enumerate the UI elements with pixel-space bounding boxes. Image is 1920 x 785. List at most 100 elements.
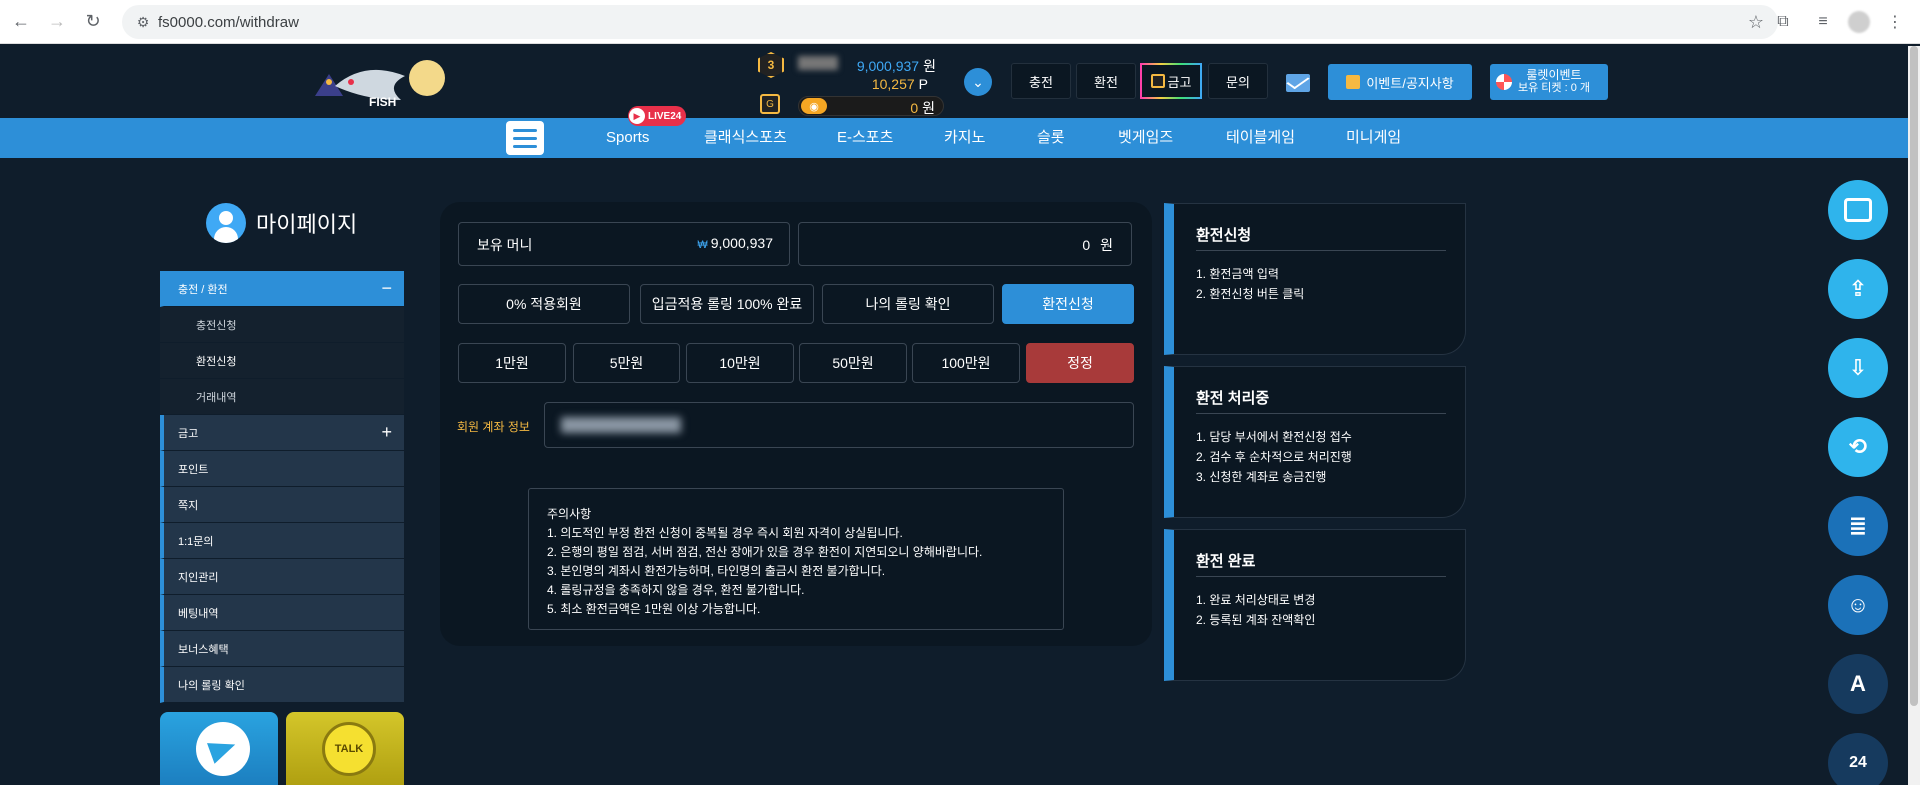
step-line: 1. 완료 처리상태로 변경 (1196, 593, 1316, 607)
zero-percent-member-button[interactable]: 0% 적용회원 (458, 284, 630, 324)
deposit-icon[interactable]: ⇪ (1828, 259, 1888, 319)
telegram-icon (196, 722, 250, 776)
sidebar-item-deposit-request[interactable]: 충전신청 (160, 307, 404, 343)
notice-line: 5. 최소 환전금액은 1만원 이상 가능합니다. (547, 602, 761, 616)
hamburger-menu-icon[interactable] (506, 121, 544, 155)
balance-value: ₩9,000,937 (697, 235, 773, 251)
extensions-icon[interactable]: ⧉ (1768, 7, 1798, 37)
site-logo[interactable]: FISH (305, 56, 455, 110)
withdraw-panel: 보유 머니 ₩9,000,937 0 원 0% 적용회원 입금적용 롤링 100… (440, 202, 1152, 646)
step-line: 1. 환전금액 입력 (1196, 267, 1279, 281)
nav-casino[interactable]: 카지노 (944, 118, 985, 158)
sidebar-item-messages[interactable]: 쪽지 (160, 487, 404, 523)
my-rolling-check-button[interactable]: 나의 롤링 확인 (822, 284, 994, 324)
sidebar-item-withdraw-request[interactable]: 환전신청 (160, 343, 404, 379)
sidebar-item-point[interactable]: 포인트 (160, 451, 404, 487)
profile-avatar[interactable] (1848, 11, 1870, 33)
mail-icon[interactable] (1286, 74, 1310, 92)
deposit-button[interactable]: 충전 (1011, 63, 1071, 99)
event-notice-button[interactable]: 이벤트/공지사항 (1328, 64, 1472, 100)
sidebar-item-bonus[interactable]: 보너스혜택 (160, 631, 404, 667)
vault-button[interactable]: 금고 (1140, 63, 1202, 99)
sidebar-item-bet-history[interactable]: 베팅내역 (160, 595, 404, 631)
inquiry-button[interactable]: 문의 (1208, 63, 1268, 99)
amount-100k-button[interactable]: 10만원 (686, 343, 794, 383)
back-icon[interactable]: ← (6, 7, 36, 37)
translate-icon[interactable]: A (1828, 654, 1888, 714)
scrollbar[interactable] (1908, 46, 1920, 785)
notice-box: 주의사항 1. 의도적인 부정 환전 신청이 중복될 경우 즉시 회원 자격이 … (528, 488, 1064, 630)
username-blurred (798, 56, 838, 70)
sidebar-item-vault[interactable]: 금고 + (160, 415, 404, 451)
point-exchange-icon[interactable]: ⟲ (1828, 417, 1888, 477)
notice-line: 3. 본인명의 계좌시 환전가능하며, 타인명의 출금시 환전 불가합니다. (547, 564, 886, 578)
account-info-field[interactable] (544, 402, 1134, 448)
wallet-summary: 3 9,000,937 원 10,257 P G ◉ 0원 (756, 50, 946, 116)
eye-icon[interactable]: ◉ (801, 98, 827, 114)
support-24-icon[interactable]: 24 (1828, 733, 1888, 785)
plus-icon[interactable]: + (381, 422, 392, 443)
sidebar-item-inquiry[interactable]: 1:1문의 (160, 523, 404, 559)
step-line: 3. 신청한 계좌로 송금진행 (1196, 470, 1327, 484)
url-text[interactable]: fs0000.com/withdraw (158, 14, 299, 31)
vault-button-label: 금고 (1167, 74, 1192, 90)
site-header: FISH 3 9,000,937 원 10,257 P G ◉ 0원 ⌄ 충전 환전… (0, 44, 1920, 118)
live-badge: ▶ LIVE24 (628, 106, 687, 126)
step-title: 환전신청 (1196, 227, 1252, 244)
site-info-icon[interactable]: ⚙ (128, 14, 158, 31)
sidebar-item-transactions[interactable]: 거래내역 (160, 379, 404, 415)
withdraw-button[interactable]: 환전 (1076, 63, 1136, 99)
media-icon[interactable]: ≡ (1808, 7, 1838, 37)
scrollbar-thumb[interactable] (1910, 46, 1918, 706)
roulette-icon (1496, 74, 1512, 90)
vault-icon: G (760, 94, 780, 114)
sidebar-item-referrals[interactable]: 지인관리 (160, 559, 404, 595)
nav-slot[interactable]: 슬롯 (1037, 118, 1065, 158)
account-info-label: 회원 계좌 정보 (457, 420, 530, 434)
sidebar-item-my-rolling[interactable]: 나의 롤링 확인 (160, 667, 404, 703)
step-line: 2. 등록된 계좌 잔액확인 (1196, 613, 1316, 627)
reload-icon[interactable]: ↻ (78, 7, 108, 37)
forward-icon[interactable]: → (42, 7, 72, 37)
roulette-event-button[interactable]: 룰렛이벤트 보유 티켓 : 0 개 (1490, 64, 1608, 100)
amount-value[interactable]: 0 원 (1082, 235, 1113, 255)
vault-icon[interactable] (1828, 180, 1888, 240)
sidebar-item-charge-exchange[interactable]: 충전 / 환전 − (160, 271, 404, 307)
nav-esports[interactable]: E-스포츠 (837, 118, 893, 158)
amount-1m-button[interactable]: 100만원 (912, 343, 1020, 383)
nav-betgames[interactable]: 벳게임즈 (1118, 118, 1173, 158)
withdraw-submit-button[interactable]: 환전신청 (1002, 284, 1134, 324)
notice-line: 4. 롤링규정을 충족하지 않을 경우, 환전 불가합니다. (547, 583, 805, 597)
level-badge: 3 (758, 52, 784, 78)
withdraw-amount-input[interactable]: 0 원 (798, 222, 1132, 266)
reset-amount-button[interactable]: 정정 (1026, 343, 1134, 383)
step-title: 환전 완료 (1196, 553, 1256, 570)
nav-table-games[interactable]: 테이블게임 (1226, 118, 1295, 158)
minus-icon[interactable]: − (381, 278, 392, 299)
deposit-rolling-complete-button[interactable]: 입금적용 롤링 100% 완료 (640, 284, 814, 324)
user-manage-icon[interactable]: ☺ (1828, 575, 1888, 635)
amount-500k-button[interactable]: 50만원 (799, 343, 907, 383)
play-icon: ▶ (629, 108, 645, 124)
menu-dots-icon[interactable]: ⋮ (1880, 7, 1910, 37)
nav-classic-sports[interactable]: 클래식스포츠 (704, 118, 787, 158)
step-line: 2. 환전신청 버튼 클릭 (1196, 287, 1305, 301)
vault-mini-icon (1150, 74, 1165, 88)
withdraw-icon[interactable]: ⇩ (1828, 338, 1888, 398)
chevron-down-icon[interactable]: ⌄ (964, 68, 992, 96)
step-withdraw-request: 환전신청 1. 환전금액 입력 2. 환전신청 버튼 클릭 (1164, 203, 1466, 355)
address-bar[interactable]: ⚙ fs0000.com/withdraw ☆ (122, 5, 1778, 39)
step-line: 1. 담당 부서에서 환전신청 접수 (1196, 430, 1352, 444)
event-button-label: 이벤트/공지사항 (1366, 75, 1454, 91)
kakaotalk-banner[interactable]: TALK (286, 712, 404, 785)
balance-label: 보유 머니 (477, 237, 533, 253)
telegram-banner[interactable] (160, 712, 278, 785)
amount-10k-button[interactable]: 1만원 (458, 343, 566, 383)
mypage-title-text: 마이페이지 (256, 212, 358, 237)
amount-50k-button[interactable]: 5만원 (573, 343, 680, 383)
nav-mini-games[interactable]: 미니게임 (1346, 118, 1401, 158)
kakaotalk-icon: TALK (322, 722, 376, 776)
document-icon[interactable]: ≣ (1828, 496, 1888, 556)
step-line: 2. 검수 후 순차적으로 처리진행 (1196, 450, 1352, 464)
bookmark-star-icon[interactable]: ☆ (1748, 12, 1764, 33)
